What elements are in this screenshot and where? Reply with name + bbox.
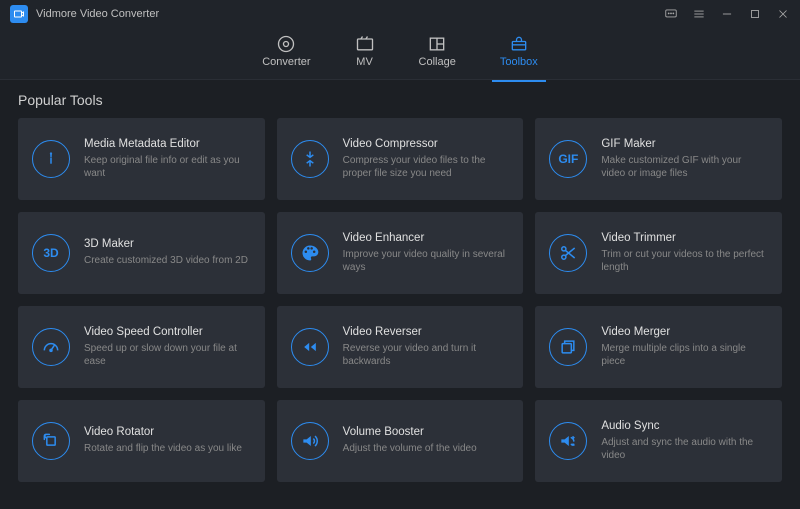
tool-card-info[interactable]: Media Metadata Editor Keep original file … xyxy=(18,118,265,200)
card-text: Audio Sync Adjust and sync the audio with… xyxy=(601,420,768,463)
card-desc: Make customized GIF with your video or i… xyxy=(601,154,768,181)
app-title: Vidmore Video Converter xyxy=(36,8,159,20)
tool-card-compress[interactable]: Video Compressor Compress your video file… xyxy=(277,118,524,200)
content-area: Popular Tools Media Metadata Editor Keep … xyxy=(0,80,800,494)
tab-label: Collage xyxy=(419,56,456,68)
card-title: Video Enhancer xyxy=(343,232,510,244)
card-text: Video Rotator Rotate and flip the video a… xyxy=(84,426,242,456)
reverse-icon xyxy=(291,328,329,366)
tool-card-reverse[interactable]: Video Reverser Reverse your video and tur… xyxy=(277,306,524,388)
feedback-icon[interactable] xyxy=(664,7,678,21)
toolbox-icon xyxy=(509,36,529,52)
card-text: Media Metadata Editor Keep original file … xyxy=(84,138,251,181)
tool-card-volume[interactable]: Volume Booster Adjust the volume of the v… xyxy=(277,400,524,482)
card-title: Volume Booster xyxy=(343,426,477,438)
maximize-button[interactable] xyxy=(748,7,762,21)
tool-card-sync[interactable]: Audio Sync Adjust and sync the audio with… xyxy=(535,400,782,482)
tab-collage[interactable]: Collage xyxy=(419,36,456,72)
palette-icon xyxy=(291,234,329,272)
card-desc: Speed up or slow down your file at ease xyxy=(84,342,251,369)
card-title: Video Trimmer xyxy=(601,232,768,244)
card-title: Video Merger xyxy=(601,326,768,338)
tool-grid: Media Metadata Editor Keep original file … xyxy=(18,118,782,482)
card-title: 3D Maker xyxy=(84,238,248,250)
card-desc: Compress your video files to the proper … xyxy=(343,154,510,181)
rotate-icon xyxy=(32,422,70,460)
scissors-icon xyxy=(549,234,587,272)
info-icon xyxy=(32,140,70,178)
card-desc: Create customized 3D video from 2D xyxy=(84,254,248,268)
card-title: GIF Maker xyxy=(601,138,768,150)
card-title: Media Metadata Editor xyxy=(84,138,251,150)
card-text: Video Trimmer Trim or cut your videos to … xyxy=(601,232,768,275)
volume-icon xyxy=(291,422,329,460)
main-tabs: Converter MV Collage Toolbox xyxy=(0,28,800,80)
mv-icon xyxy=(355,36,375,52)
card-title: Video Reverser xyxy=(343,326,510,338)
collage-icon xyxy=(427,36,447,52)
card-text: 3D Maker Create customized 3D video from … xyxy=(84,238,248,268)
tab-toolbox[interactable]: Toolbox xyxy=(500,36,538,72)
titlebar-left: Vidmore Video Converter xyxy=(10,5,159,23)
card-text: Volume Booster Adjust the volume of the v… xyxy=(343,426,477,456)
section-title: Popular Tools xyxy=(18,92,782,108)
tool-card-3d[interactable]: 3D 3D Maker Create customized 3D video fro… xyxy=(18,212,265,294)
titlebar: Vidmore Video Converter xyxy=(0,0,800,28)
tab-label: Toolbox xyxy=(500,56,538,68)
card-desc: Adjust the volume of the video xyxy=(343,442,477,456)
card-title: Video Rotator xyxy=(84,426,242,438)
menu-icon[interactable] xyxy=(692,7,706,21)
card-desc: Keep original file info or edit as you w… xyxy=(84,154,251,181)
card-desc: Adjust and sync the audio with the video xyxy=(601,436,768,463)
tool-card-scissors[interactable]: Video Trimmer Trim or cut your videos to … xyxy=(535,212,782,294)
merge-icon xyxy=(549,328,587,366)
card-text: Video Merger Merge multiple clips into a … xyxy=(601,326,768,369)
card-desc: Reverse your video and turn it backwards xyxy=(343,342,510,369)
card-text: Video Reverser Reverse your video and tur… xyxy=(343,326,510,369)
card-title: Video Speed Controller xyxy=(84,326,251,338)
tool-card-palette[interactable]: Video Enhancer Improve your video quality… xyxy=(277,212,524,294)
minimize-button[interactable] xyxy=(720,7,734,21)
app-logo xyxy=(10,5,28,23)
sync-icon xyxy=(549,422,587,460)
compress-icon xyxy=(291,140,329,178)
card-title: Audio Sync xyxy=(601,420,768,432)
card-desc: Merge multiple clips into a single piece xyxy=(601,342,768,369)
card-text: GIF Maker Make customized GIF with your v… xyxy=(601,138,768,181)
card-text: Video Speed Controller Speed up or slow d… xyxy=(84,326,251,369)
gauge-icon xyxy=(32,328,70,366)
card-desc: Improve your video quality in several wa… xyxy=(343,248,510,275)
converter-icon xyxy=(276,36,296,52)
3d-icon: 3D xyxy=(32,234,70,272)
gif-icon: GIF xyxy=(549,140,587,178)
window-controls xyxy=(664,7,790,21)
tool-card-merge[interactable]: Video Merger Merge multiple clips into a … xyxy=(535,306,782,388)
card-text: Video Enhancer Improve your video quality… xyxy=(343,232,510,275)
close-button[interactable] xyxy=(776,7,790,21)
card-desc: Trim or cut your videos to the perfect l… xyxy=(601,248,768,275)
tab-label: MV xyxy=(356,56,373,68)
card-title: Video Compressor xyxy=(343,138,510,150)
card-text: Video Compressor Compress your video file… xyxy=(343,138,510,181)
card-desc: Rotate and flip the video as you like xyxy=(84,442,242,456)
tool-card-gif[interactable]: GIF GIF Maker Make customized GIF with you… xyxy=(535,118,782,200)
tool-card-gauge[interactable]: Video Speed Controller Speed up or slow d… xyxy=(18,306,265,388)
tab-label: Converter xyxy=(262,56,310,68)
tool-card-rotate[interactable]: Video Rotator Rotate and flip the video a… xyxy=(18,400,265,482)
tab-converter[interactable]: Converter xyxy=(262,36,310,72)
tab-mv[interactable]: MV xyxy=(355,36,375,72)
